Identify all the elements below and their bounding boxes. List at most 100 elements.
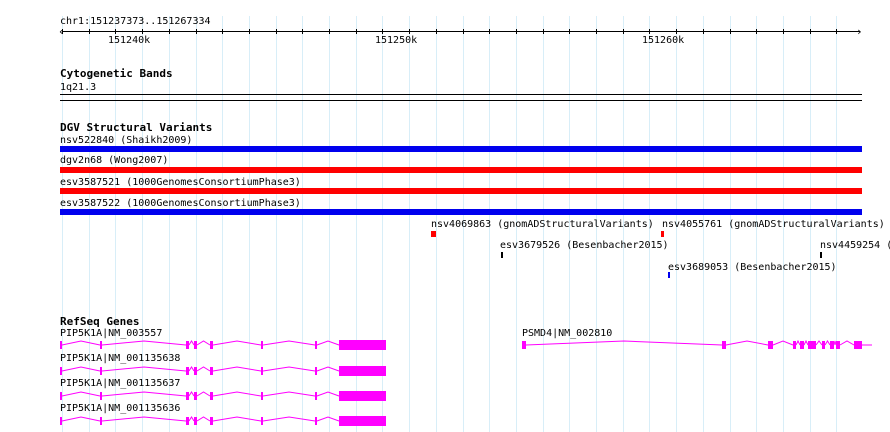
exon	[60, 367, 62, 375]
exon	[210, 392, 213, 400]
gene-label[interactable]: PIP5K1A|NM_001135636	[60, 403, 180, 414]
ruler-tick	[596, 29, 597, 34]
track-title-dgv[interactable]: DGV Structural Variants	[60, 122, 212, 134]
variant-label[interactable]: nsv4459254 (	[820, 240, 890, 251]
exon	[793, 341, 796, 349]
variant-bar[interactable]	[820, 252, 822, 258]
gene-model[interactable]	[0, 414, 890, 428]
ruler-tick	[89, 29, 90, 34]
exon	[194, 367, 197, 375]
variant-bar[interactable]	[661, 231, 664, 237]
ruler-tick	[115, 29, 116, 34]
variant-bar[interactable]	[60, 209, 862, 215]
ruler-tick	[703, 29, 704, 34]
track-title-cytobands[interactable]: Cytogenetic Bands	[60, 68, 173, 80]
ruler-tick	[516, 29, 517, 34]
exon	[315, 392, 317, 400]
gene-label[interactable]: PIP5K1A|NM_001135638	[60, 353, 180, 364]
track-title-refseq[interactable]: RefSeq Genes	[60, 316, 139, 328]
intron-line	[525, 339, 855, 346]
ruler-tick	[196, 29, 197, 34]
variant-label[interactable]: esv3689053 (Besenbacher2015)	[668, 262, 837, 273]
ruler-tick	[249, 29, 250, 34]
gene-model[interactable]	[0, 338, 890, 352]
exon	[768, 341, 773, 349]
exon	[522, 341, 526, 349]
exon	[315, 417, 317, 425]
genome-browser-panel: chr1:151237373..151267334 ‹ › 151240k 15…	[0, 0, 890, 432]
ruler-tick	[783, 29, 784, 34]
variant-label[interactable]: nsv4069863 (gnomADStructuralVariants)	[431, 219, 654, 230]
ruler-tick	[62, 29, 63, 34]
exon	[186, 392, 189, 400]
ruler-tick	[676, 29, 677, 34]
ruler-tick	[409, 29, 410, 34]
exon	[808, 341, 816, 349]
ruler-tick	[543, 29, 544, 34]
location-label: chr1:151237373..151267334	[60, 16, 211, 27]
exon	[186, 367, 189, 375]
ruler-tick-label: 151240k	[108, 35, 151, 46]
variant-bar[interactable]	[668, 272, 670, 278]
variant-label[interactable]: nsv4055761 (gnomADStructuralVariants)	[662, 219, 885, 230]
exon	[261, 367, 263, 375]
ruler-tick	[730, 29, 731, 34]
exon	[836, 341, 840, 349]
variant-bar[interactable]	[60, 188, 862, 194]
exon	[210, 367, 213, 375]
exon	[854, 341, 862, 349]
exon	[339, 416, 386, 426]
ruler-tick-label: 151250k	[375, 35, 418, 46]
exon	[261, 392, 263, 400]
variant-bar[interactable]	[60, 146, 862, 152]
ruler-tick	[222, 29, 223, 34]
cytoband-line-top	[60, 94, 862, 95]
ruler-tick	[302, 29, 303, 34]
exon	[100, 417, 102, 425]
variant-label[interactable]: dgv2n68 (Wong2007)	[60, 155, 168, 166]
variant-bar[interactable]	[431, 231, 436, 237]
variant-bar[interactable]	[60, 167, 862, 173]
exon	[194, 417, 197, 425]
variant-label[interactable]: esv3587522 (1000GenomesConsortiumPhase3)	[60, 198, 301, 209]
ruler-tick	[756, 29, 757, 34]
ruler-axis	[62, 31, 860, 32]
cytoband-line-bottom	[60, 100, 862, 101]
variant-label[interactable]: esv3679526 (Besenbacher2015)	[500, 240, 669, 251]
gene-label[interactable]: PIP5K1A|NM_001135637	[60, 378, 180, 389]
ruler-tick-label: 151260k	[642, 35, 685, 46]
ruler-tick	[169, 29, 170, 34]
variant-bar[interactable]	[501, 252, 503, 258]
ruler-tick	[356, 29, 357, 34]
ruler-tick	[649, 29, 650, 34]
exon	[339, 366, 386, 376]
exon	[100, 367, 102, 375]
ruler-tick	[569, 29, 570, 34]
exon	[800, 341, 804, 349]
variant-label[interactable]: esv3587521 (1000GenomesConsortiumPhase3)	[60, 177, 301, 188]
ruler-tick	[142, 29, 143, 34]
ruler-tick	[836, 29, 837, 34]
exon	[186, 417, 189, 425]
ruler-right-arrow: ›	[856, 25, 863, 38]
cytoband-label[interactable]: 1q21.3	[60, 82, 96, 93]
ruler-tick	[276, 29, 277, 34]
exon	[60, 417, 62, 425]
exon	[261, 417, 263, 425]
exon	[315, 367, 317, 375]
ruler-tick	[329, 29, 330, 34]
exon	[830, 341, 834, 349]
gene-model[interactable]	[0, 389, 890, 403]
ruler-tick	[382, 29, 383, 34]
exon	[210, 417, 213, 425]
variant-label[interactable]: nsv522840 (Shaikh2009)	[60, 135, 192, 146]
gene-model[interactable]	[0, 364, 890, 378]
ruler-tick	[623, 29, 624, 34]
ruler-tick	[463, 29, 464, 34]
exon	[722, 341, 726, 349]
ruler-tick	[436, 29, 437, 34]
ruler-tick	[810, 29, 811, 34]
exon	[339, 391, 386, 401]
exon	[60, 392, 62, 400]
exon	[822, 341, 825, 349]
